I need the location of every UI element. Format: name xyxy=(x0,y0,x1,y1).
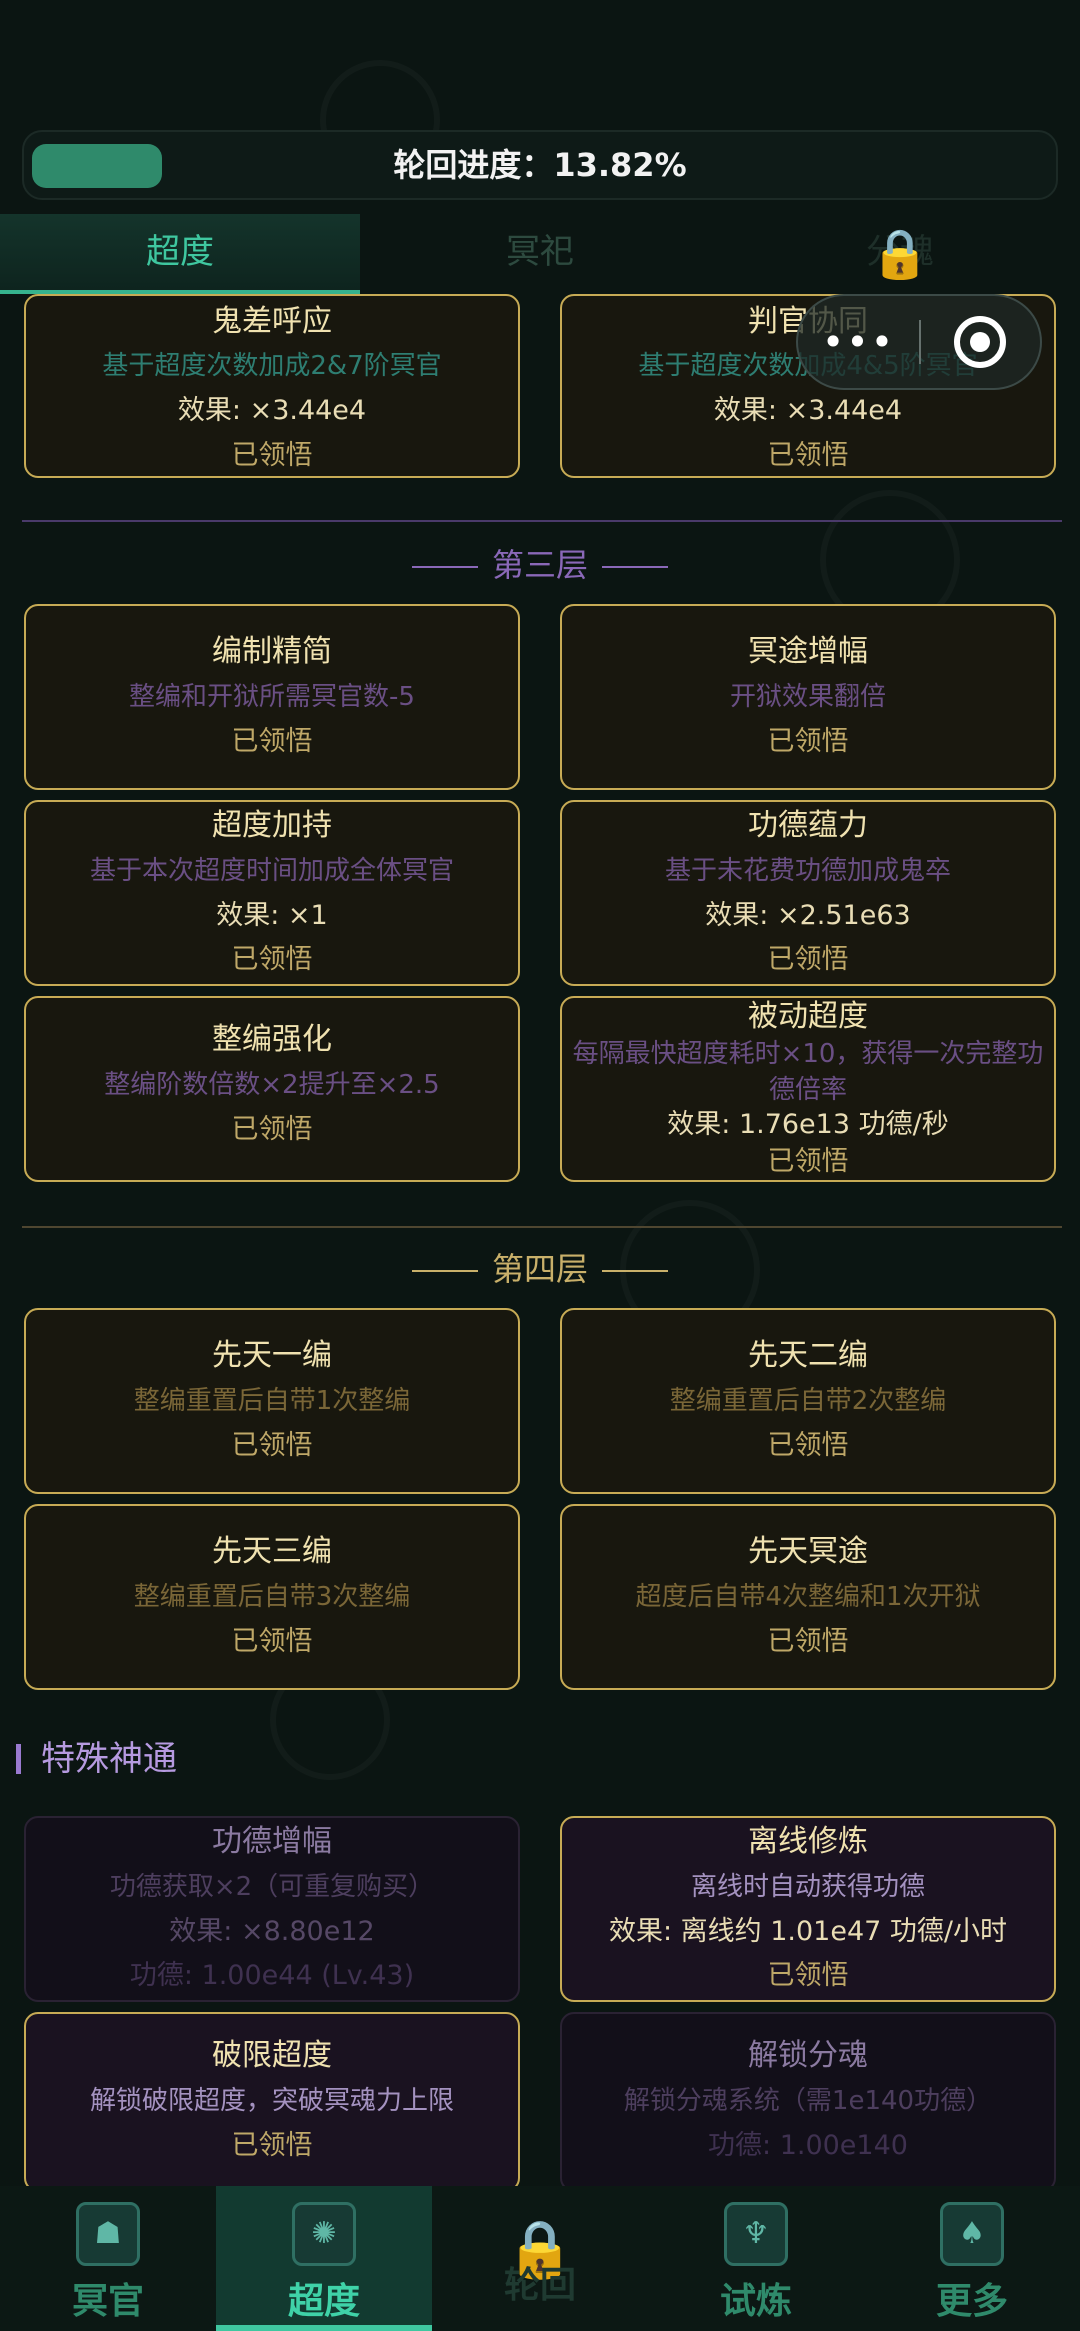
skill-status: 已领悟 xyxy=(767,1430,849,1461)
ghost-official-icon: ☗ xyxy=(76,2202,140,2266)
skill-desc: 解锁分魂系统（需1e140功德） xyxy=(623,2086,993,2116)
skill-cost: 功德: 1.00e140 xyxy=(708,2130,908,2161)
skill-status: 已领悟 xyxy=(767,1626,849,1657)
skill-desc: 基于未花费功德加成鬼卒 xyxy=(664,856,951,886)
skill-effect: 效果: ×1 xyxy=(216,900,328,931)
skill-status: 已领悟 xyxy=(767,944,849,975)
skill-desc: 整编阶数倍数×2提升至×2.5 xyxy=(104,1070,440,1100)
skill-effect: 效果: ×8.80e12 xyxy=(169,1916,375,1947)
skill-card-poxian-chaodu[interactable]: 破限超度 解锁破限超度，突破冥魂力上限 已领悟 xyxy=(24,2012,520,2192)
skill-desc: 基于本次超度时间加成全体冥官 xyxy=(89,856,454,886)
skill-title: 功德蕴力 xyxy=(748,808,868,843)
target-icon xyxy=(954,316,1007,368)
nav-mingguan[interactable]: ☗ 冥官 xyxy=(0,2186,216,2331)
layer-header-4: 第四层 xyxy=(0,1244,1080,1294)
skill-title: 解锁分魂 xyxy=(748,2038,868,2073)
nav-label: 试炼 xyxy=(719,2281,792,2322)
skill-status: 已领悟 xyxy=(767,1146,849,1177)
skill-card-beidong-chaodu[interactable]: 被动超度 每隔最快超度耗时×10，获得一次完整功德倍率 效果: 1.76e13 … xyxy=(560,996,1056,1182)
skill-desc: 超度后自带4次整编和1次开狱 xyxy=(635,1582,981,1612)
skill-desc: 功德获取×2（可重复购买） xyxy=(109,1872,435,1902)
skill-card-jiesuo-fenhun[interactable]: 解锁分魂 解锁分魂系统（需1e140功德） 功德: 1.00e140 xyxy=(560,2012,1056,2192)
skill-card-gongde-yunli[interactable]: 功德蕴力 基于未花费功德加成鬼卒 效果: ×2.51e63 已领悟 xyxy=(560,800,1056,986)
skill-title: 被动超度 xyxy=(748,999,868,1034)
skill-card-xiantian-yibian[interactable]: 先天一编 整编重置后自带1次整编 已领悟 xyxy=(24,1308,520,1494)
spade-emblem-icon: ♠ xyxy=(940,2202,1004,2266)
skill-desc: 每隔最快超度耗时×10，获得一次完整功德倍率 xyxy=(572,1039,1044,1105)
skill-desc: 基于超度次数加成2&7阶冥官 xyxy=(102,351,442,381)
nav-shilian[interactable]: ♆ 试炼 xyxy=(648,2186,864,2331)
skill-title: 鬼差呼应 xyxy=(212,304,332,339)
skill-effect: 效果: ×3.44e4 xyxy=(177,395,367,426)
skill-title: 编制精简 xyxy=(212,634,332,669)
lotus-emblem-icon: ✺ xyxy=(292,2202,356,2266)
skill-effect: 效果: ×3.44e4 xyxy=(713,395,903,426)
nav-label: 冥官 xyxy=(71,2281,144,2322)
skill-card-chaodu-jiachi[interactable]: 超度加持 基于本次超度时间加成全体冥官 效果: ×1 已领悟 xyxy=(24,800,520,986)
skill-card-lixian-xiulian[interactable]: 离线修炼 离线时自动获得功德 效果: 离线约 1.01e47 功德/小时 已领悟 xyxy=(560,1816,1056,2002)
skill-desc: 解锁破限超度，突破冥魂力上限 xyxy=(89,2086,454,2116)
skill-status: 已领悟 xyxy=(231,1114,313,1145)
skill-desc: 整编和开狱所需冥官数-5 xyxy=(129,682,415,712)
skill-desc: 整编重置后自带3次整编 xyxy=(133,1582,411,1612)
more-menu-button[interactable]: ••• xyxy=(798,320,919,364)
skill-status: 已领悟 xyxy=(231,1626,313,1657)
nav-label: 超度 xyxy=(287,2281,360,2322)
flame-icon: ♆ xyxy=(724,2202,788,2266)
nav-label: 更多 xyxy=(935,2281,1008,2322)
special-abilities-header: 特殊神通 xyxy=(16,1742,177,1776)
skill-title: 先天一编 xyxy=(212,1338,332,1373)
nav-lunhui[interactable]: 🔒 轮回 xyxy=(432,2186,648,2331)
skill-desc: 整编重置后自带1次整编 xyxy=(133,1386,411,1416)
skill-desc: 整编重置后自带2次整编 xyxy=(669,1386,947,1416)
skill-title: 离线修炼 xyxy=(748,1824,868,1859)
top-tabs: 超度 冥祀 分魂 🔒 xyxy=(0,214,1080,294)
skill-title: 先天三编 xyxy=(212,1534,332,1569)
skill-effect: 效果: ×2.51e63 xyxy=(705,900,911,931)
skill-title: 冥途增幅 xyxy=(748,634,868,669)
bottom-nav: ☗ 冥官 ✺ 超度 🔒 轮回 ♆ 试炼 ♠ 更多 xyxy=(0,2186,1080,2331)
skill-status: 已领悟 xyxy=(231,1430,313,1461)
skill-title: 超度加持 xyxy=(212,808,332,843)
nav-gengduo[interactable]: ♠ 更多 xyxy=(864,2186,1080,2331)
miniprogram-capsule: ••• xyxy=(796,294,1042,390)
skill-card-gongde-zengfu[interactable]: 功德增幅 功德获取×2（可重复购买） 效果: ×8.80e12 功德: 1.00… xyxy=(24,1816,520,2002)
nav-label: 轮回 xyxy=(503,2265,576,2306)
skill-status: 已领悟 xyxy=(231,944,313,975)
skill-title: 破限超度 xyxy=(212,2038,332,2073)
close-miniprogram-button[interactable] xyxy=(921,316,1040,368)
tab-fenhun[interactable]: 分魂 🔒 xyxy=(720,214,1080,294)
skill-card-mingtu[interactable]: 冥途增幅 开狱效果翻倍 已领悟 xyxy=(560,604,1056,790)
skill-card-guicha[interactable]: 鬼差呼应 基于超度次数加成2&7阶冥官 效果: ×3.44e4 已领悟 xyxy=(24,294,520,478)
skill-card-bianzhi[interactable]: 编制精简 整编和开狱所需冥官数-5 已领悟 xyxy=(24,604,520,790)
skill-title: 功德增幅 xyxy=(212,1824,332,1859)
reincarnation-progress-bar: 轮回进度：13.82% xyxy=(22,130,1058,200)
skill-effect: 效果: 离线约 1.01e47 功德/小时 xyxy=(608,1916,1008,1947)
skill-status: 已领悟 xyxy=(767,440,849,471)
skill-card-xiantian-erbian[interactable]: 先天二编 整编重置后自带2次整编 已领悟 xyxy=(560,1308,1056,1494)
section-divider xyxy=(22,520,1062,522)
skill-desc: 开狱效果翻倍 xyxy=(729,682,886,712)
skill-status: 已领悟 xyxy=(767,726,849,757)
skill-title: 先天二编 xyxy=(748,1338,868,1373)
skill-card-xiantian-mingtu[interactable]: 先天冥途 超度后自带4次整编和1次开狱 已领悟 xyxy=(560,1504,1056,1690)
skill-card-zhengbian-qianghua[interactable]: 整编强化 整编阶数倍数×2提升至×2.5 已领悟 xyxy=(24,996,520,1182)
lock-icon: 🔒 xyxy=(870,226,930,282)
skill-title: 先天冥途 xyxy=(748,1534,868,1569)
nav-chaodu[interactable]: ✺ 超度 xyxy=(216,2186,432,2331)
skill-status: 已领悟 xyxy=(231,2130,313,2161)
skill-cost: 功德: 1.00e44 (Lv.43) xyxy=(129,1960,415,1991)
skill-status: 已领悟 xyxy=(231,726,313,757)
skill-title: 整编强化 xyxy=(212,1022,332,1057)
skill-card-xiantian-sanbian[interactable]: 先天三编 整编重置后自带3次整编 已领悟 xyxy=(24,1504,520,1690)
section-divider xyxy=(22,1226,1062,1228)
tab-chaodu[interactable]: 超度 xyxy=(0,214,360,294)
skill-desc: 离线时自动获得功德 xyxy=(690,1872,925,1902)
progress-label: 轮回进度：13.82% xyxy=(393,146,687,184)
skill-effect: 效果: 1.76e13 功德/秒 xyxy=(667,1109,949,1140)
skill-status: 已领悟 xyxy=(231,440,313,471)
tab-mingsi[interactable]: 冥祀 xyxy=(360,214,720,294)
layer-header-3: 第三层 xyxy=(0,540,1080,590)
skill-status: 已领悟 xyxy=(767,1960,849,1991)
